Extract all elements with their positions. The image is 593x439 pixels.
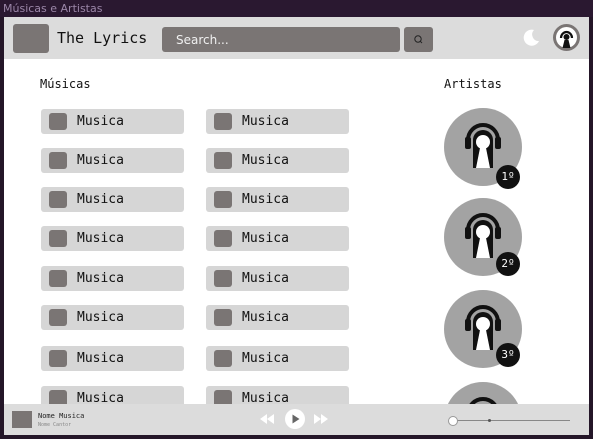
volume-slider-handle[interactable]: [448, 416, 458, 426]
song-item[interactable]: Musica: [41, 266, 184, 291]
song-label: Musica: [77, 351, 124, 366]
song-label: Musica: [242, 114, 289, 129]
song-label: Musica: [77, 231, 124, 246]
top-bar: The Lyrics: [4, 17, 589, 59]
song-item[interactable]: Musica: [41, 226, 184, 251]
artist-rank-badge: 1º: [496, 165, 520, 189]
now-playing-artist: Nome Cantor: [38, 422, 72, 428]
songs-section-title: Músicas: [40, 77, 91, 91]
song-item[interactable]: Musica: [206, 226, 349, 251]
app-title: The Lyrics: [57, 29, 148, 47]
song-item[interactable]: Musica: [41, 109, 184, 134]
user-avatar-icon[interactable]: [553, 24, 580, 51]
rewind-icon[interactable]: [258, 410, 276, 428]
song-item[interactable]: Musica: [206, 187, 349, 212]
song-item[interactable]: Musica: [206, 346, 349, 371]
fast-forward-icon[interactable]: [312, 410, 330, 428]
song-thumbnail: [49, 309, 67, 326]
song-thumbnail: [49, 113, 67, 130]
song-thumbnail: [49, 350, 67, 367]
logo-icon[interactable]: [13, 24, 49, 53]
song-label: Musica: [242, 153, 289, 168]
song-item[interactable]: Musica: [41, 148, 184, 173]
artists-section-title: Artistas: [444, 77, 502, 91]
song-item[interactable]: Musica: [41, 187, 184, 212]
moon-icon[interactable]: [523, 29, 540, 46]
volume-slider-marker: [488, 419, 491, 422]
song-item[interactable]: Musica: [41, 346, 184, 371]
song-item[interactable]: Musica: [206, 305, 349, 330]
song-label: Musica: [242, 192, 289, 207]
search-button[interactable]: [404, 27, 433, 52]
song-thumbnail: [214, 191, 232, 208]
song-label: Musica: [242, 231, 289, 246]
search-box: [162, 27, 400, 52]
song-thumbnail: [214, 350, 232, 367]
song-label: Musica: [77, 114, 124, 129]
song-thumbnail: [214, 113, 232, 130]
song-item[interactable]: Musica: [206, 148, 349, 173]
song-label: Musica: [242, 310, 289, 325]
now-playing-thumbnail: [12, 411, 32, 428]
song-thumbnail: [49, 191, 67, 208]
now-playing-title: Nome Musica: [38, 412, 85, 420]
song-thumbnail: [214, 230, 232, 247]
search-icon: [414, 35, 423, 44]
song-thumbnail: [49, 270, 67, 287]
song-label: Musica: [77, 192, 124, 207]
artist-rank-badge: 3º: [496, 343, 520, 367]
song-item[interactable]: Musica: [206, 109, 349, 134]
song-label: Musica: [77, 310, 124, 325]
song-item[interactable]: Musica: [41, 305, 184, 330]
song-label: Musica: [77, 271, 124, 286]
volume-slider-track[interactable]: [455, 420, 570, 421]
artist-rank-badge: 2º: [496, 252, 520, 276]
search-input[interactable]: [162, 27, 400, 52]
song-thumbnail: [49, 152, 67, 169]
song-thumbnail: [214, 270, 232, 287]
song-item[interactable]: Musica: [206, 266, 349, 291]
song-thumbnail: [214, 152, 232, 169]
song-label: Musica: [242, 271, 289, 286]
app-window: The Lyrics Músicas Artistas Musica Music…: [4, 17, 589, 435]
song-label: Musica: [242, 351, 289, 366]
song-label: Musica: [77, 153, 124, 168]
player-bar: Nome Musica Nome Cantor: [4, 404, 589, 435]
song-thumbnail: [49, 230, 67, 247]
song-thumbnail: [214, 309, 232, 326]
window-title: Músicas e Artistas: [0, 0, 593, 17]
play-icon[interactable]: [284, 408, 306, 430]
